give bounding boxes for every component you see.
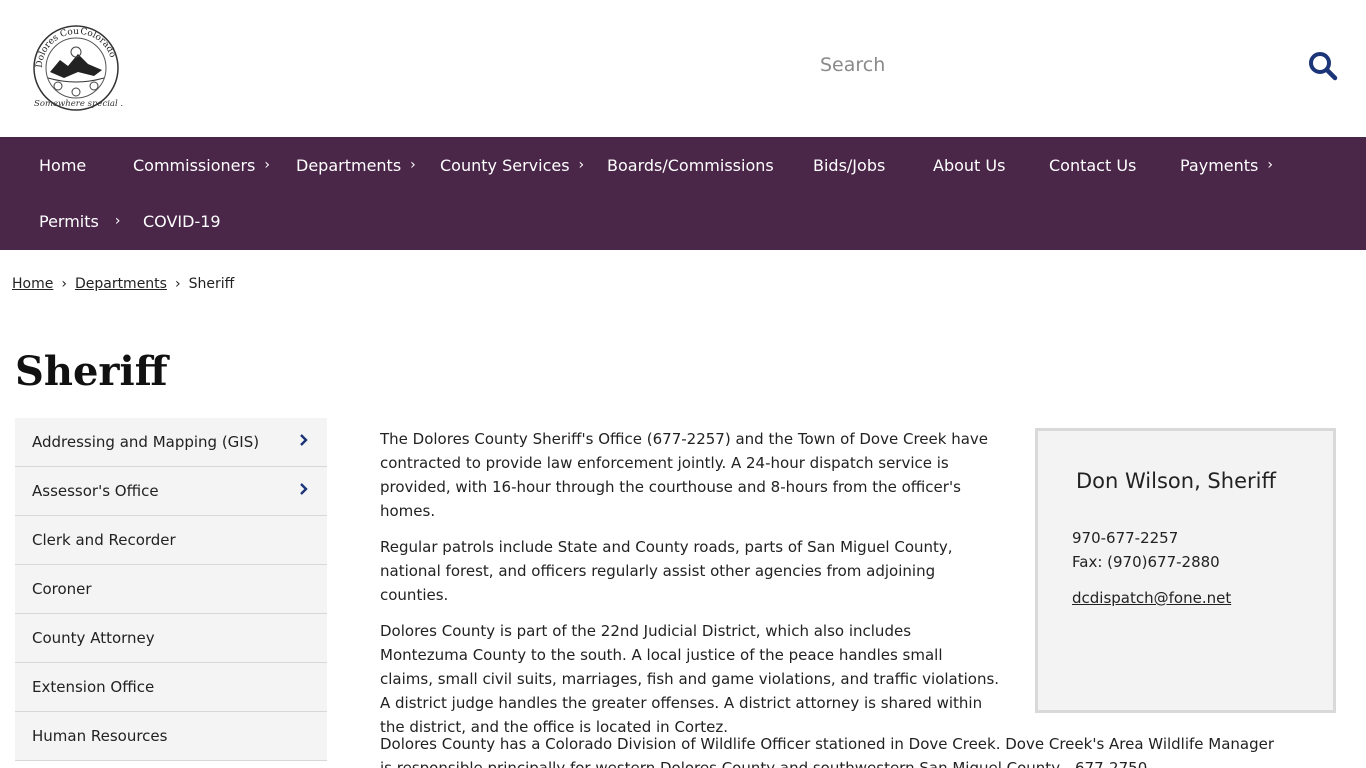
nav-about-us[interactable]: About Us bbox=[933, 137, 1005, 193]
contact-card: Don Wilson, Sheriff 970-677-2257 Fax: (9… bbox=[1035, 428, 1336, 713]
nav-bids-jobs[interactable]: Bids/Jobs bbox=[813, 137, 885, 193]
nav-label: Bids/Jobs bbox=[813, 155, 886, 175]
nav-county-services[interactable]: County Services › bbox=[440, 137, 584, 193]
sidebar-item-coroner[interactable]: Coroner bbox=[15, 565, 327, 614]
sidebar-item-human-resources[interactable]: Human Resources bbox=[15, 712, 327, 761]
nav-label: About Us bbox=[933, 155, 1006, 175]
nav-contact-us[interactable]: Contact Us bbox=[1049, 137, 1136, 193]
chevron-right-icon: › bbox=[114, 213, 121, 229]
sidebar-item-label: Addressing and Mapping (GIS) bbox=[32, 433, 260, 451]
nav-commissioners[interactable]: Commissioners › bbox=[133, 137, 270, 193]
nav-permits[interactable]: Permits › bbox=[39, 193, 120, 249]
nav-label: Departments bbox=[296, 155, 402, 175]
content-paragraph: Regular patrols include State and County… bbox=[380, 538, 953, 604]
contact-phone: 970-677-2257 bbox=[1072, 529, 1179, 547]
nav-label: Home bbox=[39, 155, 87, 175]
chevron-right-icon: › bbox=[410, 157, 416, 173]
sidebar-item-county-attorney[interactable]: County Attorney bbox=[15, 614, 327, 663]
contact-name: Don Wilson, Sheriff bbox=[1076, 469, 1276, 493]
breadcrumb-departments-link[interactable]: Departments bbox=[75, 276, 167, 292]
sidebar-item-addressing-mapping[interactable]: Addressing and Mapping (GIS) bbox=[15, 418, 327, 467]
sidebar-item-assessors-office[interactable]: Assessor's Office bbox=[15, 467, 327, 516]
contact-email-link[interactable]: dcdispatch@fone.net bbox=[1072, 589, 1231, 607]
nav-home[interactable]: Home bbox=[39, 137, 86, 193]
seal-tagline: Somewhere special ... bbox=[34, 99, 124, 109]
search-input[interactable] bbox=[808, 44, 1288, 86]
chevron-right-icon: › bbox=[1267, 157, 1273, 173]
sidebar-item-label: Coroner bbox=[32, 580, 92, 598]
breadcrumb-separator: › bbox=[174, 276, 181, 292]
nav-label: Payments bbox=[1180, 155, 1259, 175]
sidebar-item-label: Assessor's Office bbox=[32, 482, 159, 500]
chevron-right-icon: › bbox=[578, 157, 585, 173]
nav-label: Commissioners bbox=[133, 155, 256, 175]
sidebar-item-clerk-recorder[interactable]: Clerk and Recorder bbox=[15, 516, 327, 565]
content-paragraph: The Dolores County Sheriff's Office (677… bbox=[380, 430, 989, 520]
breadcrumb-current: Sheriff bbox=[188, 276, 235, 292]
chevron-right-icon[interactable] bbox=[299, 482, 309, 496]
sidebar-item-label: County Attorney bbox=[32, 629, 155, 647]
main-content: The Dolores County Sheriff's Office (677… bbox=[380, 427, 1000, 751]
page-title: Sheriff bbox=[15, 348, 168, 395]
nav-payments[interactable]: Payments › bbox=[1180, 137, 1273, 193]
nav-label: Permits bbox=[39, 211, 99, 231]
sidebar-item-extension-office[interactable]: Extension Office bbox=[15, 663, 327, 712]
site-header: Dolores County Colorado Somewhere specia… bbox=[0, 0, 1366, 137]
nav-departments[interactable]: Departments › bbox=[296, 137, 416, 193]
nav-label: County Services bbox=[440, 155, 570, 175]
nav-boards-commissions[interactable]: Boards/Commissions bbox=[607, 137, 774, 193]
department-sidebar: Addressing and Mapping (GIS) Assessor's … bbox=[15, 418, 327, 761]
search-icon bbox=[1309, 52, 1338, 81]
sidebar-item-label: Human Resources bbox=[32, 727, 168, 745]
nav-label: COVID-19 bbox=[143, 211, 221, 231]
breadcrumb-home-link[interactable]: Home bbox=[12, 276, 53, 292]
main-navigation: Home Commissioners › Departments › Count… bbox=[0, 137, 1366, 250]
nav-label: Boards/Commissions bbox=[607, 155, 774, 175]
sidebar-item-label: Extension Office bbox=[32, 678, 155, 696]
nav-label: Contact Us bbox=[1049, 155, 1137, 175]
breadcrumb-separator: › bbox=[61, 276, 67, 292]
search-button[interactable] bbox=[1306, 49, 1340, 83]
chevron-right-icon[interactable] bbox=[299, 433, 309, 447]
chevron-right-icon: › bbox=[264, 157, 270, 173]
content-paragraph: Dolores County is part of the 22nd Judic… bbox=[380, 622, 1000, 736]
wildlife-paragraph: Dolores County has a Colorado Division o… bbox=[380, 735, 1275, 768]
county-seal-logo[interactable]: Dolores County Colorado Somewhere specia… bbox=[24, 15, 129, 112]
nav-covid-19[interactable]: COVID-19 bbox=[143, 193, 221, 249]
sidebar-item-label: Clerk and Recorder bbox=[32, 531, 176, 549]
contact-fax: Fax: (970)677-2880 bbox=[1072, 553, 1220, 571]
breadcrumb: Home › Departments › Sheriff bbox=[12, 276, 234, 292]
